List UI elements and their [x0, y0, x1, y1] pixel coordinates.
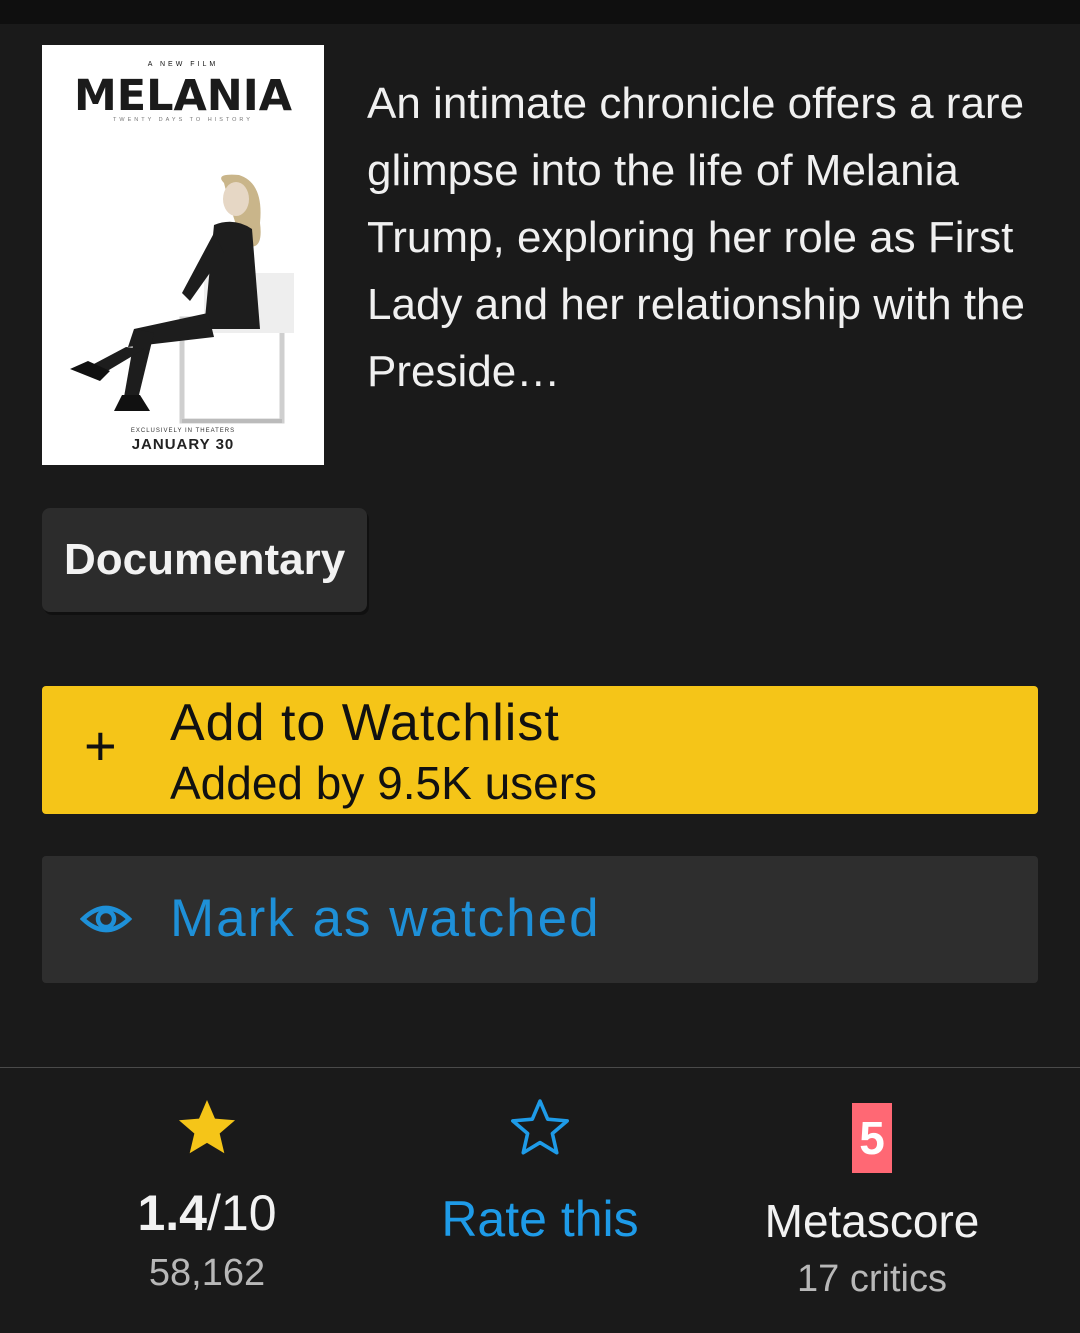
- star-outline-icon: [510, 1099, 570, 1155]
- poster-release-date: JANUARY 30: [131, 436, 235, 453]
- metascore-critics-count: 17 critics: [797, 1258, 947, 1300]
- metascore-label: Metascore: [764, 1195, 980, 1247]
- rate-this-button[interactable]: Rate this: [375, 1095, 705, 1249]
- movie-poster[interactable]: A NEW FILM MELANIA TWENTY DAYS TO HISTOR…: [42, 45, 324, 465]
- plot-description[interactable]: An intimate chronicle offers a rare glim…: [367, 70, 1057, 405]
- watchlist-label: Add to Watchlist: [170, 694, 560, 752]
- poster-figure-image: [70, 174, 294, 424]
- section-divider: [0, 1067, 1080, 1068]
- poster-tagline: TWENTY DAYS TO HISTORY: [113, 117, 253, 123]
- watchlist-count: Added by 9.5K users: [170, 757, 598, 809]
- poster-release-note: EXCLUSIVELY IN THEATERS: [130, 428, 236, 434]
- plus-icon: +: [84, 714, 117, 777]
- genre-chip-documentary[interactable]: Documentary: [42, 508, 368, 612]
- metascore-badge: 5: [852, 1103, 892, 1173]
- watched-label: Mark as watched: [170, 889, 601, 948]
- star-filled-icon: [178, 1099, 236, 1154]
- rate-this-label: Rate this: [441, 1191, 639, 1247]
- rating-count: 58,162: [148, 1252, 266, 1294]
- eye-icon: [80, 905, 132, 933]
- poster-title: MELANIA: [73, 71, 293, 121]
- rating-scale: /10: [207, 1185, 277, 1241]
- mark-as-watched-button[interactable]: Mark as watched: [42, 856, 1038, 983]
- status-bar: [0, 0, 1080, 24]
- poster-kicker: A NEW FILM: [147, 61, 219, 68]
- rating-value-line: 1.4/10: [42, 1183, 372, 1243]
- imdb-rating[interactable]: 1.4/10 58,162: [42, 1095, 372, 1297]
- metascore[interactable]: 5 Metascore 17 critics: [707, 1095, 1037, 1303]
- add-to-watchlist-button[interactable]: + Add to Watchlist Added by 9.5K users: [42, 686, 1038, 814]
- rating-value: 1.4: [137, 1185, 207, 1241]
